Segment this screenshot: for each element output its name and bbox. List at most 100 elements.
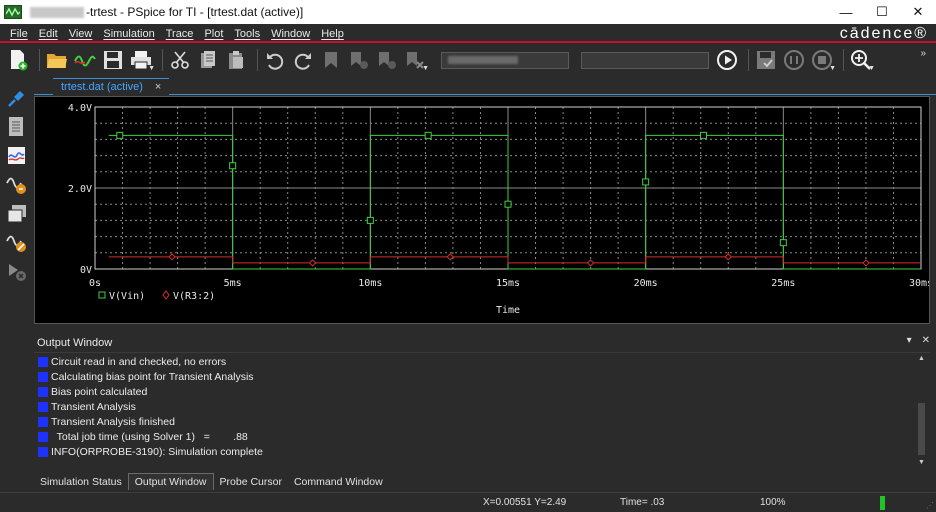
series-line-r3 — [108, 256, 921, 264]
close-window-button[interactable]: ✕ — [900, 0, 936, 24]
menu-tools[interactable]: Tools — [234, 28, 260, 40]
menu-edit[interactable]: Edit — [39, 28, 58, 40]
bookmark-next-icon — [351, 52, 368, 69]
simulation-progress-bar — [880, 496, 885, 510]
data-point-marker — [116, 131, 124, 139]
menu-file[interactable]: File — [10, 28, 28, 40]
chevron-down-icon[interactable]: ▼ — [422, 65, 429, 72]
maximize-button[interactable]: ☐ — [864, 0, 900, 24]
scroll-thumb[interactable] — [918, 403, 925, 455]
toolbar-separator — [257, 49, 258, 71]
tab-simulation-status[interactable]: Simulation Status — [34, 473, 128, 490]
legend-marker — [98, 291, 106, 299]
open-simulation-button[interactable] — [73, 48, 97, 72]
scroll-down-icon[interactable]: ▼ — [917, 459, 926, 469]
x-tick-label: 15ms — [496, 278, 520, 289]
output-window-log[interactable]: Circuit read in and checked, no errors C… — [34, 352, 930, 470]
window-title-text: -trtest - PSpice for TI - [trtest.dat (a… — [86, 5, 304, 19]
data-point-marker — [229, 162, 237, 170]
undo-icon — [267, 53, 284, 70]
window-controls: — ☐ ✕ — [828, 0, 936, 24]
delete-mark-button[interactable]: ▼ — [403, 48, 429, 72]
zoom-button[interactable]: ▼ — [849, 48, 875, 72]
simulation-settings-button[interactable] — [5, 115, 29, 139]
plot-legend[interactable]: V(Vin) V(R3:2) — [98, 290, 215, 302]
data-point-marker — [308, 259, 317, 267]
info-square-icon — [38, 417, 48, 427]
mark-data-prev-button[interactable] — [375, 48, 399, 72]
menu-window[interactable]: Window — [271, 28, 310, 40]
main-toolbar: ▼ ▼ ▼ ▼ » — [0, 44, 936, 76]
save-button[interactable] — [101, 48, 125, 72]
paste-button[interactable] — [224, 48, 248, 72]
evaluate-measurement-button[interactable] — [5, 173, 29, 197]
mark-data-next-button[interactable] — [347, 48, 371, 72]
new-window-button[interactable] — [5, 202, 29, 226]
redo-button[interactable] — [291, 48, 315, 72]
tab-output-window[interactable]: Output Window — [127, 473, 214, 490]
save-simulation-button[interactable] — [754, 48, 778, 72]
data-point-marker — [168, 253, 176, 261]
copy-button[interactable] — [196, 48, 220, 72]
run-button[interactable] — [715, 48, 739, 72]
menu-trace[interactable]: Trace — [166, 28, 194, 40]
title-bar: -trtest - PSpice for TI - [trtest.dat (a… — [0, 0, 936, 24]
tab-close-icon[interactable]: × — [155, 81, 161, 93]
output-window-controls: ▾ ✕ — [897, 335, 930, 346]
toolbar-overflow-button[interactable]: » — [920, 48, 926, 59]
add-trace-button[interactable] — [5, 144, 29, 168]
performance-analysis-button[interactable] — [5, 231, 29, 255]
x-tick-label: 0s — [89, 278, 101, 289]
minimize-button[interactable]: — — [828, 0, 864, 24]
bookmark-prev-icon — [379, 52, 396, 69]
x-tick-label: 5ms — [224, 278, 242, 289]
stop-button[interactable]: ▼ — [810, 48, 836, 72]
probe-button[interactable] — [5, 86, 29, 110]
waveform-icon — [74, 55, 96, 67]
tab-command-window[interactable]: Command Window — [288, 473, 389, 490]
menu-view[interactable]: View — [69, 28, 93, 40]
menu-help[interactable]: Help — [321, 28, 344, 40]
legend-label-r3[interactable]: V(R3:2) — [173, 291, 215, 302]
tab-trtest-dat[interactable]: trtest.dat (active) × — [53, 78, 170, 95]
data-point-marker — [862, 259, 870, 267]
menu-plot[interactable]: Plot — [204, 28, 223, 40]
toolbar-separator — [162, 49, 163, 71]
simulation-combo[interactable] — [581, 51, 709, 69]
legend-label-vin[interactable]: V(Vin) — [109, 291, 145, 302]
toolbar-separator — [843, 49, 844, 71]
data-point-marker — [586, 259, 595, 267]
tab-probe-cursor[interactable]: Probe Cursor — [214, 473, 288, 490]
output-scrollbar[interactable]: ▲ ▼ — [917, 355, 926, 469]
pause-button[interactable] — [782, 48, 806, 72]
log-line: Total job time (using Solver 1) = .88 — [38, 430, 248, 444]
x-tick-label: 10ms — [358, 278, 382, 289]
new-file-button[interactable] — [6, 48, 30, 72]
y-axis-ticks: 0V 2.0V 4.0V — [68, 103, 92, 276]
pin-dropdown-icon[interactable]: ▾ — [907, 335, 912, 346]
mark-data-button[interactable] — [319, 48, 343, 72]
cut-button[interactable] — [168, 48, 192, 72]
profile-selector[interactable] — [441, 51, 569, 69]
plot-series — [108, 131, 921, 270]
save-check-icon — [757, 51, 775, 69]
pspice-app-icon[interactable] — [4, 5, 22, 19]
scroll-up-icon[interactable]: ▲ — [917, 355, 926, 365]
info-square-icon — [38, 372, 48, 382]
print-button[interactable]: ▼ — [129, 48, 155, 72]
menu-accent-line — [0, 41, 936, 43]
new-file-icon — [11, 50, 28, 71]
chevron-down-icon[interactable]: ▼ — [829, 65, 836, 72]
close-output-icon[interactable]: ✕ — [922, 335, 930, 346]
menu-simulation[interactable]: Simulation — [103, 28, 154, 40]
waveform-plot[interactable]: 0V 2.0V 4.0V 0s 5ms 10ms 15ms 20ms 25ms 30ms V(V… — [35, 97, 929, 323]
redacted-profile-name — [448, 56, 518, 64]
undo-button[interactable] — [263, 48, 287, 72]
toggle-cursor-button[interactable] — [5, 260, 29, 284]
open-file-button[interactable] — [45, 48, 69, 72]
x-tick-label: 25ms — [771, 278, 795, 289]
resize-grip-icon[interactable]: ⋰ — [926, 501, 934, 510]
chevron-down-icon[interactable]: ▼ — [868, 65, 875, 72]
chevron-down-icon[interactable]: ▼ — [148, 65, 155, 72]
plot-window[interactable]: 0V 2.0V 4.0V 0s 5ms 10ms 15ms 20ms 25ms 30ms V(V… — [34, 96, 930, 324]
